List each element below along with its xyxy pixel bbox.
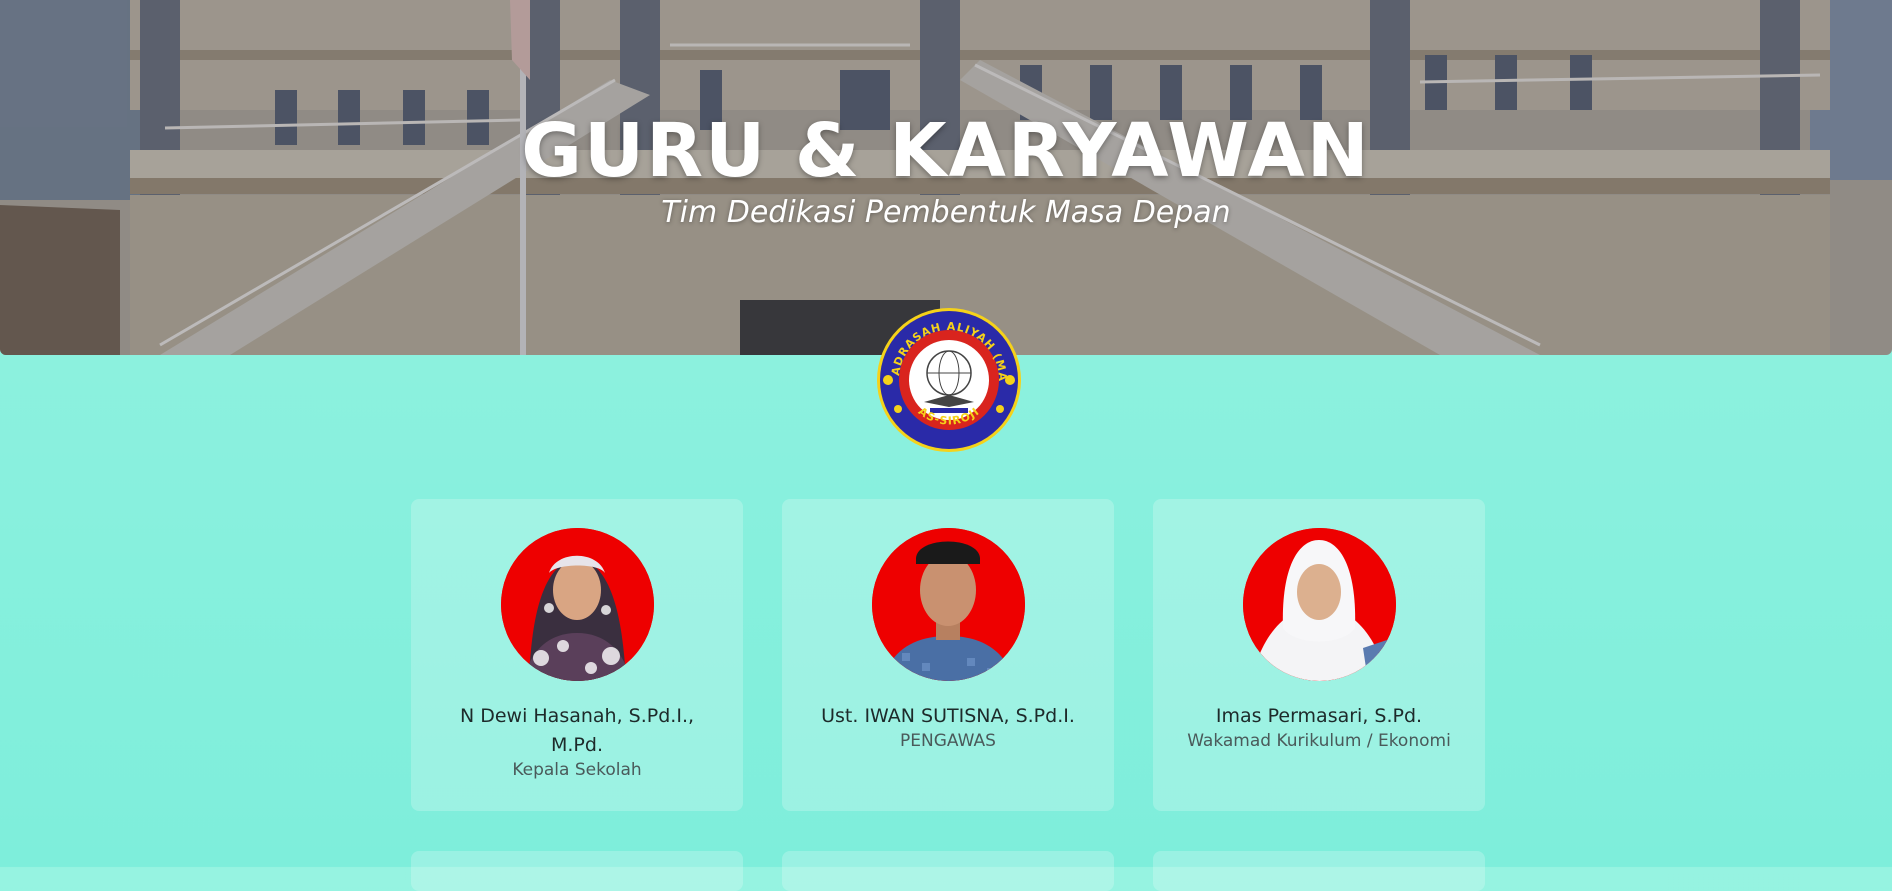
staff-role: PENGAWAS: [900, 731, 996, 751]
staff-photo: [872, 528, 1025, 681]
staff-name: Ust. IWAN SUTISNA, S.Pd.I.: [821, 705, 1075, 727]
staff-role: Wakamad Kurikulum / Ekonomi: [1187, 731, 1451, 751]
staff-card-partial[interactable]: [782, 851, 1114, 891]
staff-card[interactable]: Imas Permasari, S.Pd. Wakamad Kurikulum …: [1153, 499, 1485, 811]
page-subtitle: Tim Dedikasi Pembentuk Masa Depan: [661, 195, 1231, 230]
staff-name: N Dewi Hasanah, S.Pd.I., M.Pd.: [459, 705, 695, 756]
staff-card-partial[interactable]: [411, 851, 743, 891]
hero-banner: GURU & KARYAWAN Tim Dedikasi Pembentuk M…: [0, 0, 1892, 355]
staff-role: Kepala Sekolah: [512, 760, 642, 780]
staff-photo: [501, 528, 654, 681]
school-logo: MADRASAH ALIYAH (MA) AS-SIROJI: [870, 297, 1022, 453]
staff-card-partial[interactable]: [1153, 851, 1485, 891]
staff-name: Imas Permasari, S.Pd.: [1215, 705, 1423, 727]
page-title: GURU & KARYAWAN: [521, 108, 1371, 194]
staff-photo: [1243, 528, 1396, 681]
staff-card[interactable]: N Dewi Hasanah, S.Pd.I., M.Pd. Kepala Se…: [411, 499, 743, 811]
staff-card[interactable]: Ust. IWAN SUTISNA, S.Pd.I. PENGAWAS: [782, 499, 1114, 811]
